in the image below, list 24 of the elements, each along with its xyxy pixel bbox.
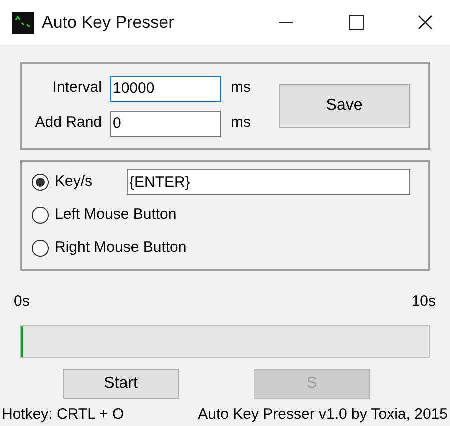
key-field[interactable]: {ENTER} xyxy=(126,169,410,196)
field-label: Interval xyxy=(52,78,103,98)
number-field[interactable]: 10000 xyxy=(110,76,221,102)
save-button[interactable]: Save xyxy=(279,84,410,128)
action-button[interactable]: Start xyxy=(63,368,179,398)
field-label: Add Rand xyxy=(34,113,103,134)
radio-button[interactable] xyxy=(32,240,49,257)
close-icon[interactable] xyxy=(418,15,433,30)
radio-button[interactable] xyxy=(32,174,49,191)
radio-label[interactable]: Key/s xyxy=(55,171,93,194)
unit-label: ms xyxy=(231,78,251,98)
app-icon xyxy=(12,12,34,34)
radio-label[interactable]: Right Mouse Button xyxy=(55,237,187,260)
min-label: 0s xyxy=(14,292,30,312)
number-field[interactable]: 0 xyxy=(110,110,221,137)
radio-label[interactable]: Left Mouse Button xyxy=(55,204,177,227)
unit-label: ms xyxy=(231,113,251,134)
credit-text: Auto Key Presser v1.0 by Toxia, 2015 xyxy=(198,404,448,424)
hotkey-text: Hotkey: CRTL + O xyxy=(2,404,124,424)
maximize-icon[interactable] xyxy=(349,15,364,30)
max-label: 10s xyxy=(412,292,436,312)
window-title: Auto Key Presser xyxy=(42,12,174,34)
radio-button[interactable] xyxy=(32,206,49,224)
minimize-icon[interactable] xyxy=(279,22,293,24)
